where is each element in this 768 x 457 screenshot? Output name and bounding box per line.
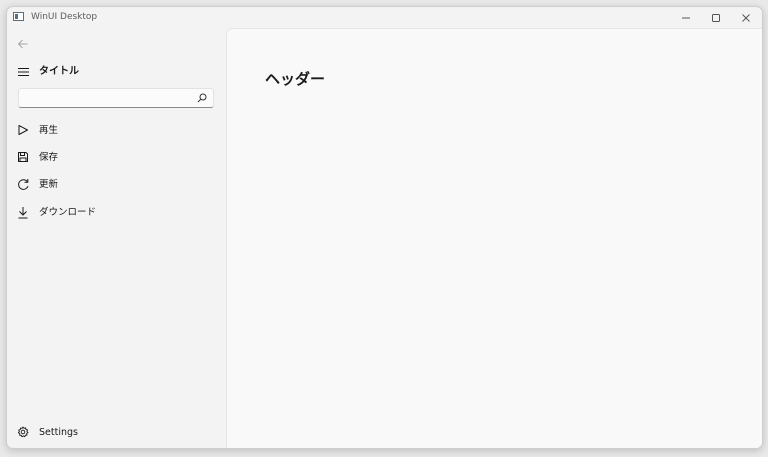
page-header: ヘッダー <box>265 70 326 88</box>
pane-title: タイトル <box>39 66 79 77</box>
download-icon <box>16 205 30 219</box>
window-title: WinUI Desktop <box>31 12 98 22</box>
app-icon <box>13 12 24 21</box>
maximize-button[interactable] <box>701 7 731 29</box>
content-area: ヘッダー <box>226 28 762 448</box>
nav-item-refresh[interactable]: 更新 <box>11 172 221 198</box>
close-icon <box>742 14 750 22</box>
nav-item-label: ダウンロード <box>39 207 97 218</box>
nav-item-label: 再生 <box>39 125 59 136</box>
maximize-icon <box>712 14 720 22</box>
pane-toggle-button[interactable] <box>15 64 31 80</box>
nav-item-save[interactable]: 保存 <box>11 145 221 171</box>
minimize-button[interactable] <box>671 7 701 29</box>
save-icon <box>16 150 30 164</box>
arrow-left-icon <box>17 39 28 49</box>
back-button[interactable] <box>15 36 31 52</box>
search-input[interactable] <box>23 91 191 105</box>
minimize-icon <box>682 17 690 19</box>
gear-icon <box>16 425 30 439</box>
app-window: WinUI Desktop タイトル 再生 保存 更新 ダウンロード Setti… <box>6 6 763 449</box>
search-icon[interactable] <box>197 93 207 103</box>
nav-item-play[interactable]: 再生 <box>11 118 221 144</box>
nav-item-settings[interactable]: Settings <box>11 420 221 446</box>
refresh-icon <box>16 177 30 191</box>
hamburger-menu-icon <box>17 68 29 76</box>
nav-item-download[interactable]: ダウンロード <box>11 200 221 226</box>
play-icon <box>16 123 30 137</box>
nav-item-label: 更新 <box>39 179 59 190</box>
nav-item-label: 保存 <box>39 152 59 163</box>
nav-item-label: Settings <box>39 427 78 438</box>
close-button[interactable] <box>731 7 761 29</box>
search-box[interactable] <box>18 88 214 108</box>
title-bar[interactable]: WinUI Desktop <box>7 7 762 29</box>
